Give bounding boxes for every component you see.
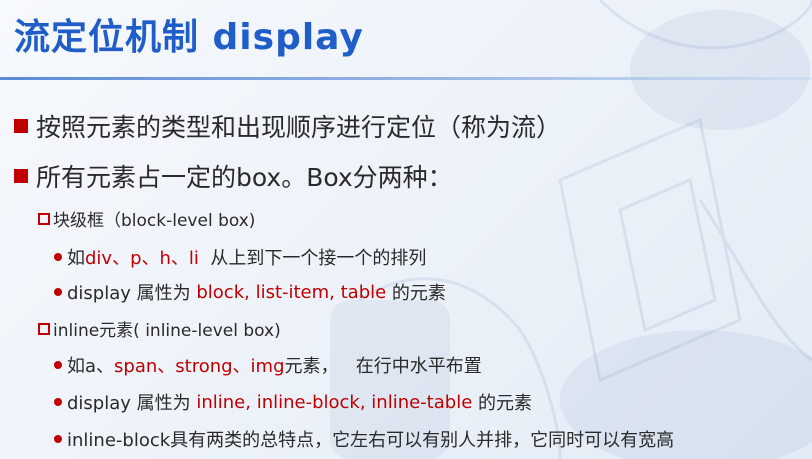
- bullet-flow-definition: 按照元素的类型和出现顺序进行定位（称为流）: [14, 108, 561, 144]
- block-box-heading: 块级框（block-level box): [38, 206, 255, 231]
- dot-bullet-icon: [54, 435, 62, 443]
- block-heading-text: 块级框（block-level box): [53, 211, 256, 231]
- item-prefix: display 属性为: [67, 393, 197, 414]
- item-prefix: display 属性为: [67, 283, 197, 304]
- hollow-square-bullet-icon: [38, 322, 50, 335]
- item-highlight: span、strong、img: [114, 356, 285, 377]
- dot-bullet-icon: [54, 253, 62, 261]
- item-text: inline-block具有两类的总特点，它左右可以有别人并排，它同时可以有宽高: [67, 430, 675, 451]
- item-suffix: 的元素: [472, 393, 532, 414]
- inline-item-elements: 如a、 span、strong、img 元素， 在行中水平布置: [54, 352, 482, 378]
- inline-item-display-values: display 属性为 inline, inline-block, inline…: [54, 389, 532, 415]
- block-item-elements: 如 div、p、h、li 从上到下一个接一个的排列: [54, 244, 426, 270]
- dot-bullet-icon: [54, 288, 62, 296]
- inline-heading-text: inline元素( inline-level box): [53, 321, 281, 341]
- inline-block-feature: inline-block具有两类的总特点，它左右可以有别人并排，它同时可以有宽高: [54, 426, 674, 452]
- item-suffix: 元素， 在行中水平布置: [284, 356, 482, 377]
- page-title: 流定位机制 display: [14, 17, 364, 58]
- item-prefix: 如a、: [67, 356, 115, 377]
- item-highlight: div、p、h、li: [85, 248, 199, 269]
- bullet-text: 所有元素占一定的box。Box分两种：: [36, 163, 453, 192]
- item-highlight: block, list-item, table: [196, 281, 387, 303]
- dot-bullet-icon: [54, 398, 62, 406]
- block-item-display-values: display 属性为 block, list-item, table 的元素: [54, 279, 446, 305]
- item-highlight: inline, inline-block, inline-table: [196, 391, 473, 413]
- item-prefix: 如: [67, 248, 85, 269]
- item-suffix: 从上到下一个接一个的排列: [198, 248, 427, 269]
- item-suffix: 的元素: [386, 283, 446, 304]
- bullet-box-types: 所有元素占一定的box。Box分两种：: [14, 158, 453, 194]
- square-bullet-icon: [14, 119, 28, 133]
- dot-bullet-icon: [54, 361, 62, 369]
- title-underline: [0, 77, 812, 80]
- square-bullet-icon: [14, 169, 28, 183]
- inline-box-heading: inline元素( inline-level box): [38, 316, 281, 341]
- bullet-text: 按照元素的类型和出现顺序进行定位（称为流）: [36, 113, 562, 142]
- hollow-square-bullet-icon: [38, 212, 50, 225]
